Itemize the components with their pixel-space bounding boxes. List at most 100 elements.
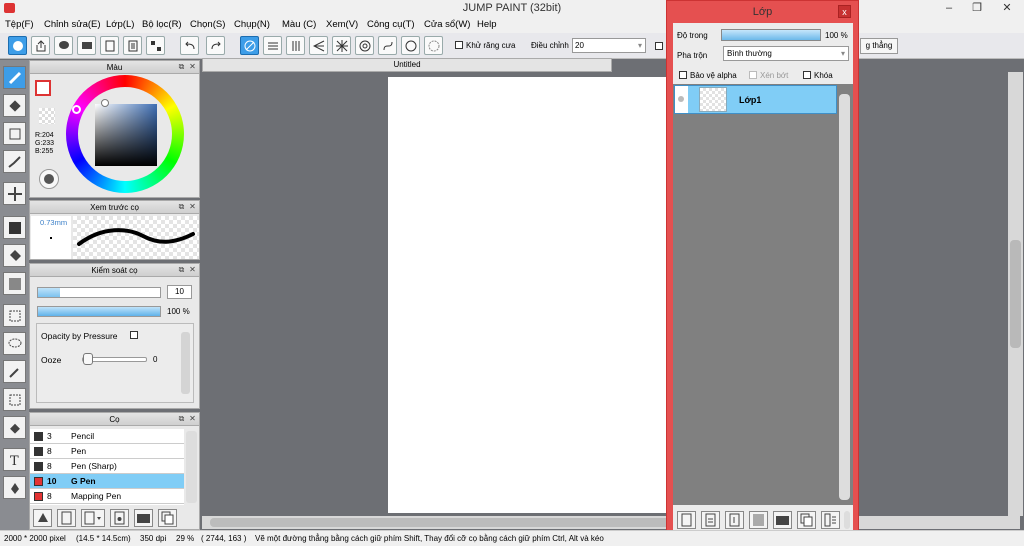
- close-icon[interactable]: ✕: [188, 414, 197, 423]
- protect-alpha-checkbox[interactable]: [679, 71, 687, 79]
- new-layer-icon[interactable]: [677, 511, 696, 529]
- menu-layer[interactable]: Lớp(L): [106, 19, 134, 30]
- layer-visibility-toggle[interactable]: [675, 86, 688, 113]
- export-icon[interactable]: [31, 36, 50, 55]
- new-brush-icon[interactable]: [57, 509, 76, 527]
- protect-alpha-option[interactable]: Bảo vệ alpha: [679, 71, 737, 80]
- palette-icon[interactable]: [39, 169, 59, 189]
- adjust-select[interactable]: 20 ▾: [572, 38, 646, 53]
- menu-view[interactable]: Xem(V): [326, 19, 358, 30]
- brush-opacity-slider[interactable]: [37, 306, 161, 317]
- vertical-scroll-thumb[interactable]: [1010, 240, 1021, 348]
- blend-mode-select[interactable]: Bình thường ▾: [723, 46, 849, 61]
- select-eraser-tool[interactable]: [3, 416, 26, 439]
- brush-settings-icon[interactable]: [110, 509, 129, 527]
- redo-button[interactable]: [206, 36, 225, 55]
- close-icon[interactable]: ✕: [188, 202, 197, 211]
- rect-select-tool[interactable]: [3, 304, 26, 327]
- horizontal-scrollbar[interactable]: [202, 516, 1020, 529]
- brush-tool[interactable]: [3, 66, 26, 89]
- layer-window-close-button[interactable]: x: [838, 5, 851, 18]
- select-pen-tool[interactable]: [3, 388, 26, 411]
- menu-edit[interactable]: Chỉnh sửa(E): [44, 19, 101, 30]
- canvas-paper[interactable]: [388, 77, 670, 513]
- line-tool[interactable]: [3, 150, 26, 173]
- perspective-ruler-icon[interactable]: [309, 36, 328, 55]
- concentric-ruler-icon[interactable]: [355, 36, 374, 55]
- brush-item-selected[interactable]: 10 G Pen: [30, 474, 184, 489]
- layer-opacity-slider[interactable]: [721, 29, 821, 41]
- document-tab[interactable]: Untitled: [202, 58, 612, 72]
- symmetry-ruler-icon[interactable]: [424, 36, 443, 55]
- horizontal-scroll-thumb[interactable]: [210, 518, 670, 527]
- lasso-tool[interactable]: [3, 332, 26, 355]
- undock-icon[interactable]: ⧉: [177, 265, 186, 274]
- new-halftone-layer-icon[interactable]: [725, 511, 744, 529]
- options-scrollbar[interactable]: [181, 332, 190, 394]
- layer-menu-icon[interactable]: [821, 511, 840, 529]
- option-checkbox[interactable]: [655, 42, 663, 50]
- duplicate-layer-icon[interactable]: [797, 511, 816, 529]
- straight-line-button[interactable]: g thẳng: [860, 38, 898, 54]
- close-icon[interactable]: ✕: [188, 62, 197, 71]
- color-marker[interactable]: [101, 99, 109, 107]
- eraser-tool[interactable]: [3, 94, 26, 117]
- undock-icon[interactable]: ⧉: [177, 414, 186, 423]
- comment-icon[interactable]: [77, 36, 96, 55]
- brush-item[interactable]: 8 Pen (Sharp): [30, 459, 184, 474]
- saturation-value-square[interactable]: [95, 104, 157, 166]
- menu-tools[interactable]: Công cụ(T): [367, 19, 415, 30]
- menu-color[interactable]: Màu (C): [282, 19, 316, 30]
- close-icon[interactable]: ✕: [188, 265, 197, 274]
- ruler-off-button[interactable]: [240, 36, 259, 55]
- foreground-color-swatch[interactable]: [35, 80, 51, 96]
- transparent-swatch[interactable]: [39, 108, 55, 124]
- menu-capture[interactable]: Chụp(N): [234, 19, 270, 30]
- hand-tool[interactable]: [3, 476, 26, 499]
- layer-folder-icon[interactable]: [773, 511, 792, 529]
- screentone-layer-icon[interactable]: [749, 511, 768, 529]
- maximize-button[interactable]: ❐: [963, 0, 991, 17]
- brush-group-icon[interactable]: [33, 509, 52, 527]
- brush-item[interactable]: 3 Pencil: [30, 429, 184, 444]
- ooze-slider-thumb[interactable]: [83, 353, 93, 365]
- undock-icon[interactable]: ⧉: [177, 202, 186, 211]
- antialias-checkbox[interactable]: [455, 41, 463, 49]
- brush-menu-icon[interactable]: [81, 509, 105, 527]
- magic-wand-tool[interactable]: [3, 360, 26, 383]
- undo-button[interactable]: [180, 36, 199, 55]
- menu-select[interactable]: Chọn(S): [190, 19, 225, 30]
- menu-window[interactable]: Cửa sổ(W): [424, 19, 470, 30]
- speech-bubble-icon[interactable]: [54, 36, 73, 55]
- brush-folder-icon[interactable]: [134, 509, 153, 527]
- bucket-tool[interactable]: [3, 244, 26, 267]
- pressure-checkbox[interactable]: [130, 331, 138, 339]
- quick-action-button[interactable]: [8, 36, 27, 55]
- parallel-ruler-icon[interactable]: [263, 36, 282, 55]
- ellipse-ruler-icon[interactable]: [401, 36, 420, 55]
- layer-properties-icon[interactable]: [701, 511, 720, 529]
- lock-option[interactable]: Khóa: [803, 71, 833, 80]
- page-icon[interactable]: [100, 36, 119, 55]
- hue-marker[interactable]: [72, 105, 81, 114]
- grid-ruler-icon[interactable]: [286, 36, 305, 55]
- antialias-option[interactable]: Khử răng cưa: [455, 41, 515, 50]
- menu-filter[interactable]: Bộ lọc(R): [142, 19, 182, 30]
- document-icon[interactable]: [123, 36, 142, 55]
- clipping-checkbox[interactable]: [749, 71, 757, 79]
- shape-tool[interactable]: [3, 122, 26, 145]
- minimize-button[interactable]: –: [935, 0, 963, 17]
- brush-size-input[interactable]: 10: [167, 285, 192, 299]
- duplicate-brush-icon[interactable]: [158, 509, 177, 527]
- layer-list-scrollbar[interactable]: [839, 94, 850, 500]
- text-tool[interactable]: T: [3, 448, 26, 471]
- menu-file[interactable]: Tệp(F): [5, 19, 34, 30]
- brush-item[interactable]: 8 Mapping Pen: [30, 489, 184, 504]
- menu-help[interactable]: Help: [477, 19, 497, 30]
- undock-icon[interactable]: ⧉: [177, 62, 186, 71]
- gradient-tool[interactable]: [3, 272, 26, 295]
- fill-rect-tool[interactable]: [3, 216, 26, 239]
- curve-ruler-icon[interactable]: [378, 36, 397, 55]
- lock-checkbox[interactable]: [803, 71, 811, 79]
- brush-size-slider[interactable]: [37, 287, 161, 298]
